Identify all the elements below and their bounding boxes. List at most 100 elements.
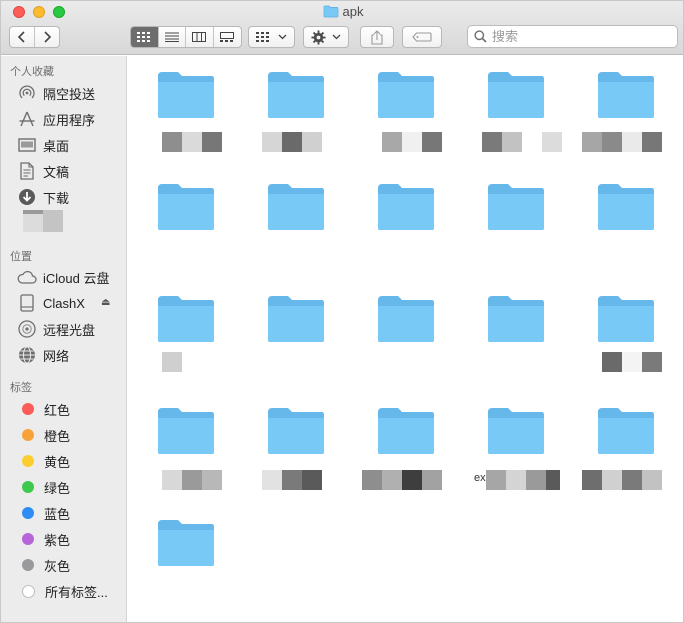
sidebar-item-downloads[interactable]: 下载	[17, 186, 69, 208]
folder-icon	[488, 408, 544, 454]
folder-icon	[158, 184, 214, 230]
search-input[interactable]	[492, 29, 662, 44]
folder-item[interactable]	[348, 168, 458, 280]
back-button[interactable]	[10, 27, 35, 47]
sidebar-item-label: 紫色	[44, 532, 71, 548]
icon-view-button[interactable]	[131, 27, 159, 47]
folder-item[interactable]	[128, 168, 238, 280]
folder-item[interactable]	[458, 168, 568, 280]
sidebar-item-label: 文稿	[43, 164, 70, 180]
folder-item[interactable]: ex	[458, 392, 568, 504]
sidebar-item-tag-yellow[interactable]: 黄色	[17, 450, 70, 472]
gallery-view-button[interactable]	[214, 27, 241, 47]
folder-icon	[598, 408, 654, 454]
list-view-button[interactable]	[159, 27, 186, 47]
grid-icon	[256, 32, 269, 42]
folder-icon	[323, 5, 339, 21]
folder-item[interactable]	[568, 392, 678, 504]
redacted-label	[602, 352, 662, 372]
redacted-label	[362, 470, 442, 490]
chevron-down-icon	[278, 34, 287, 40]
sidebar-item-documents[interactable]: 文稿	[17, 160, 69, 182]
sidebar-item-label: 远程光盘	[43, 322, 96, 338]
chevron-right-icon	[44, 31, 51, 43]
sidebar-item-network[interactable]: 网络	[17, 344, 69, 366]
sidebar-section-tags: 标签	[10, 382, 32, 394]
folder-item[interactable]	[568, 56, 678, 168]
sidebar-item-clashx[interactable]: ClashX	[17, 292, 85, 314]
sidebar-item-label: 网络	[43, 348, 70, 364]
sidebar-item-label: 橙色	[44, 428, 71, 444]
folder-icon	[158, 408, 214, 454]
folder-icon	[158, 520, 214, 566]
view-mode-segmented	[130, 26, 242, 48]
sidebar-item-icloud[interactable]: iCloud 云盘	[17, 266, 109, 288]
titlebar: apk	[1, 1, 683, 55]
folder-item[interactable]	[238, 56, 348, 168]
eject-icon[interactable]: ⏏	[101, 297, 110, 308]
sidebar-item-tag-red[interactable]: 红色	[17, 398, 70, 420]
tag-orange-dot-icon	[22, 429, 34, 441]
folder-label: ex	[472, 470, 562, 490]
folder-icon	[158, 296, 214, 342]
sidebar-item-all-tags[interactable]: 所有标签...	[17, 580, 108, 602]
folder-item[interactable]	[348, 56, 458, 168]
folder-item[interactable]	[238, 168, 348, 280]
redacted-label	[482, 132, 562, 152]
drive-icon	[17, 293, 37, 313]
folder-item[interactable]	[348, 392, 458, 504]
navigation-buttons	[9, 26, 60, 48]
edit-tags-button[interactable]	[402, 26, 442, 48]
sidebar-section-locations: 位置	[10, 251, 32, 263]
share-button[interactable]	[360, 26, 394, 48]
sidebar-item-airdrop[interactable]: 隔空投送	[17, 82, 95, 104]
group-by-button[interactable]	[248, 26, 295, 48]
folder-item[interactable]	[568, 168, 678, 280]
folder-item[interactable]	[128, 392, 238, 504]
sidebar-item-remote-disc[interactable]: 远程光盘	[17, 318, 95, 340]
redacted-label	[382, 132, 442, 152]
folder-icon	[268, 296, 324, 342]
folder-item[interactable]	[128, 504, 238, 616]
folder-item[interactable]	[568, 280, 678, 392]
redacted-label	[582, 132, 662, 152]
folder-icon	[598, 296, 654, 342]
applications-icon	[17, 109, 37, 129]
folder-icon	[378, 184, 434, 230]
folder-icon	[488, 72, 544, 118]
redacted-label	[262, 132, 322, 152]
file-grid: ex	[128, 56, 683, 622]
action-menu-button[interactable]	[303, 26, 349, 48]
sidebar-item-tag-gray[interactable]: 灰色	[17, 554, 70, 576]
all-tags-icon	[22, 584, 35, 598]
window-title-text: apk	[342, 4, 364, 19]
folder-item[interactable]	[128, 280, 238, 392]
sidebar-item-desktop[interactable]: 桌面	[17, 134, 69, 156]
gallery-icon	[220, 32, 235, 42]
sidebar-item-tag-orange[interactable]: 橙色	[17, 424, 70, 446]
icloud-icon	[17, 267, 37, 287]
folder-icon	[488, 296, 544, 342]
sidebar-item-tag-purple[interactable]: 紫色	[17, 528, 70, 550]
redacted-label	[262, 470, 322, 490]
column-view-button[interactable]	[186, 27, 214, 47]
sidebar-item-label: 绿色	[44, 480, 71, 496]
forward-button[interactable]	[35, 27, 59, 47]
folder-item[interactable]	[458, 56, 568, 168]
folder-item[interactable]	[128, 56, 238, 168]
sidebar-item-tag-green[interactable]: 绿色	[17, 476, 70, 498]
sidebar-item-label: 应用程序	[43, 112, 96, 128]
sidebar-item-tag-blue[interactable]: 蓝色	[17, 502, 70, 524]
search-field[interactable]	[467, 25, 678, 48]
disc-icon	[17, 319, 37, 339]
folder-item[interactable]	[238, 392, 348, 504]
folder-icon	[488, 184, 544, 230]
tag-purple-dot-icon	[22, 533, 34, 545]
gear-icon	[311, 29, 326, 45]
folder-item[interactable]	[458, 280, 568, 392]
tag-gray-dot-icon	[22, 559, 34, 571]
folder-item[interactable]	[238, 280, 348, 392]
sidebar-item-applications[interactable]: 应用程序	[17, 108, 95, 130]
tag-green-dot-icon	[22, 481, 34, 493]
folder-item[interactable]	[348, 280, 458, 392]
